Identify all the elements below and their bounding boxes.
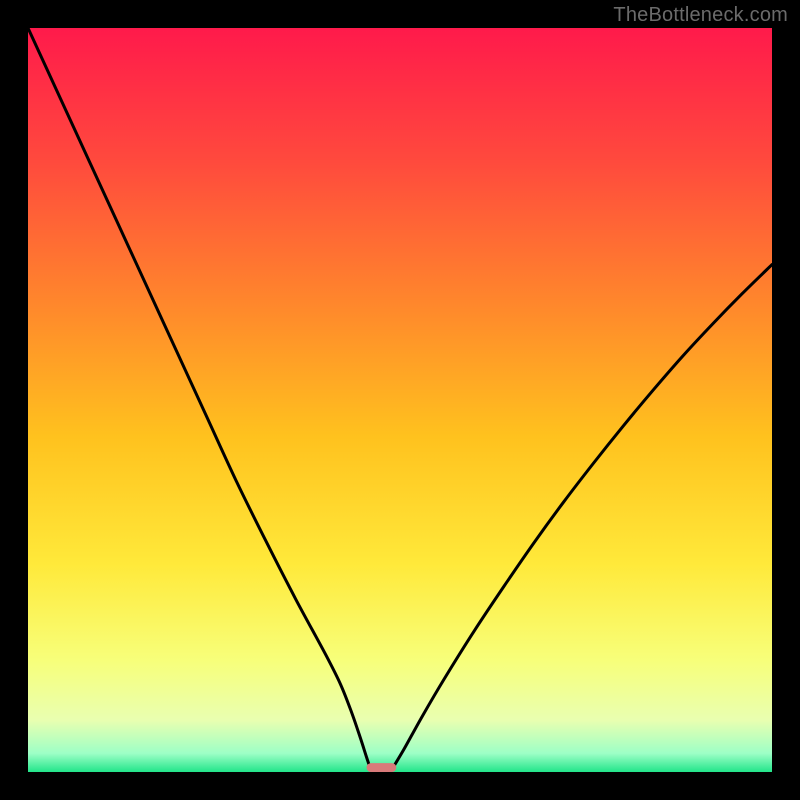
bottleneck-plot xyxy=(0,0,800,800)
optimal-range-marker xyxy=(367,763,397,772)
watermark-text: TheBottleneck.com xyxy=(613,4,788,27)
chart-frame: TheBottleneck.com xyxy=(0,0,800,800)
plot-background xyxy=(28,28,772,772)
